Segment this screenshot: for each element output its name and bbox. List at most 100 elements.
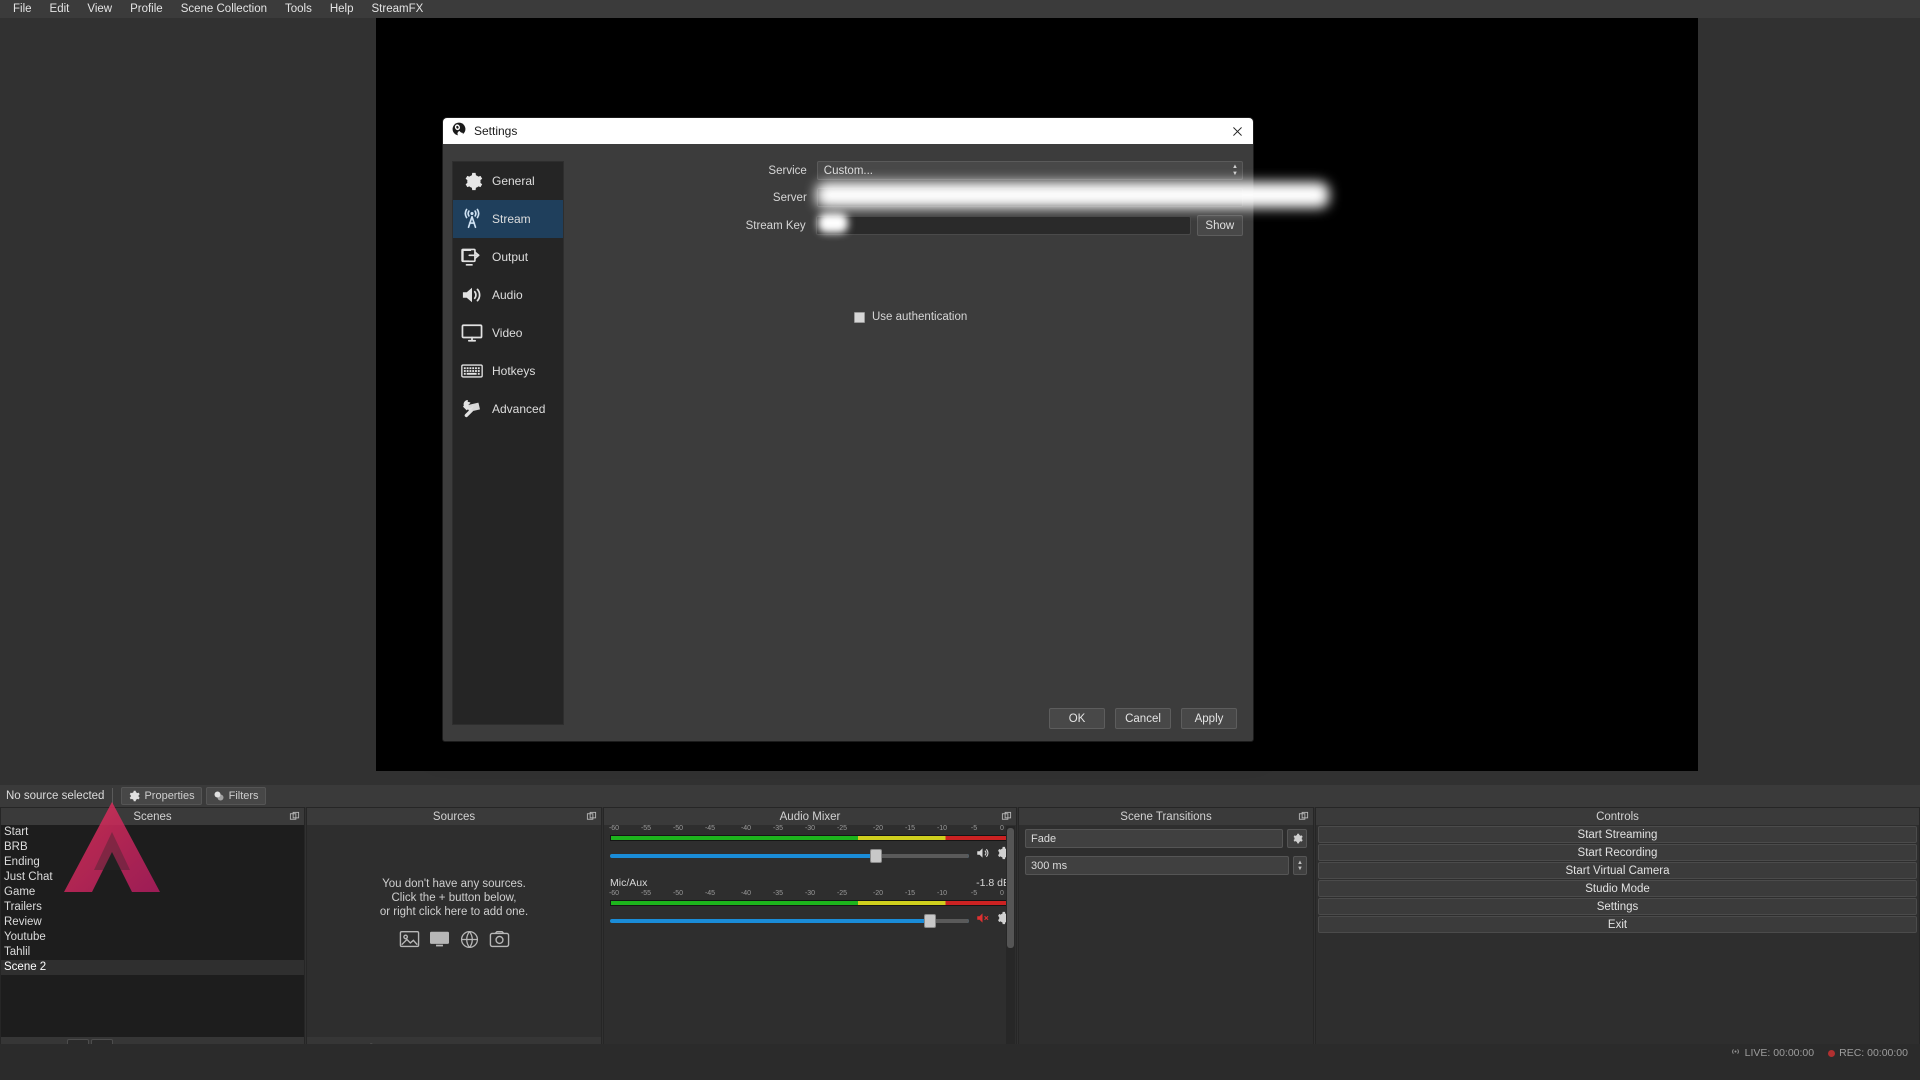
browser-source-icon[interactable] bbox=[459, 930, 480, 954]
settings-footer-buttons: OK Cancel Apply bbox=[1049, 708, 1237, 729]
scene-item[interactable]: Review bbox=[1, 915, 304, 930]
transition-properties-button[interactable] bbox=[1287, 829, 1307, 848]
transitions-body: Fade 300 ms ▲ ▼ bbox=[1019, 825, 1313, 1037]
meter-tick: -35 bbox=[772, 825, 784, 832]
live-status: LIVE: 00:00:00 bbox=[1730, 1046, 1814, 1060]
broadcast-tower-icon bbox=[461, 208, 483, 230]
mixer-scrollbar[interactable] bbox=[1006, 826, 1015, 1060]
scene-item[interactable]: Tahlil bbox=[1, 945, 304, 960]
monitor-icon bbox=[461, 322, 483, 344]
exit-button[interactable]: Exit bbox=[1318, 916, 1917, 933]
volume-slider[interactable] bbox=[610, 848, 969, 863]
settings-dialog: Settings General Stream Output Audio Vid… bbox=[442, 117, 1329, 742]
transition-select[interactable]: Fade bbox=[1025, 829, 1283, 848]
float-dock-icon[interactable] bbox=[1298, 811, 1309, 822]
ok-button[interactable]: OK bbox=[1049, 708, 1105, 729]
service-select[interactable]: Custom... ▲ ▼ bbox=[816, 161, 1243, 180]
sources-list[interactable]: You don't have any sources. Click the + … bbox=[307, 825, 601, 1037]
mixer-scrollbar-thumb[interactable] bbox=[1007, 828, 1014, 948]
volume-slider[interactable] bbox=[610, 913, 969, 928]
scene-item[interactable]: Just Chat bbox=[1, 870, 304, 885]
scene-item[interactable]: BRB bbox=[1, 840, 304, 855]
settings-nav[interactable]: General Stream Output Audio Video Hotkey… bbox=[452, 161, 564, 725]
scene-item[interactable]: Start bbox=[1, 825, 304, 840]
scene-item[interactable]: Ending bbox=[1, 855, 304, 870]
meter-tick: -30 bbox=[804, 890, 816, 897]
sources-dock-title: Sources bbox=[307, 808, 601, 825]
settings-button[interactable]: Settings bbox=[1318, 898, 1917, 915]
server-input[interactable] bbox=[815, 182, 1329, 208]
settings-title-label: Settings bbox=[474, 124, 518, 138]
mixer-channel-mic-aux: Mic/Aux -1.8 dB -60 -55 -50 -45 -40 -35 … bbox=[604, 874, 1016, 930]
settings-nav-advanced[interactable]: Advanced bbox=[453, 390, 563, 428]
menu-item-profile[interactable]: Profile bbox=[121, 0, 172, 18]
camera-source-icon[interactable] bbox=[489, 930, 510, 954]
show-stream-key-button[interactable]: Show bbox=[1196, 215, 1243, 236]
filters-label: Filters bbox=[228, 790, 259, 802]
service-row: Service Custom... ▲ ▼ bbox=[573, 161, 1243, 180]
muted-icon[interactable] bbox=[975, 911, 990, 930]
meter-tick: -50 bbox=[672, 825, 684, 832]
filters-button[interactable]: Filters bbox=[205, 787, 266, 805]
settings-nav-hotkeys[interactable]: Hotkeys bbox=[453, 352, 563, 390]
settings-nav-label: General bbox=[492, 174, 535, 188]
display-capture-icon[interactable] bbox=[429, 930, 450, 954]
menu-item-file[interactable]: File bbox=[4, 0, 41, 18]
server-row: Server bbox=[573, 182, 1329, 208]
scene-item[interactable]: Youtube bbox=[1, 930, 304, 945]
settings-nav-output[interactable]: Output bbox=[453, 238, 563, 276]
settings-nav-video[interactable]: Video bbox=[453, 314, 563, 352]
float-dock-icon[interactable] bbox=[289, 811, 300, 822]
float-dock-icon[interactable] bbox=[586, 811, 597, 822]
start-virtual-camera-button[interactable]: Start Virtual Camera bbox=[1318, 862, 1917, 879]
meter-tick: -30 bbox=[804, 825, 816, 832]
transition-duration-input[interactable]: 300 ms bbox=[1025, 856, 1289, 875]
settings-nav-label: Video bbox=[492, 326, 523, 340]
image-source-icon[interactable] bbox=[399, 930, 420, 954]
meter-scale: -60 -55 -50 -45 -40 -35 -30 -25 -20 -15 … bbox=[609, 825, 1010, 834]
settings-nav-stream[interactable]: Stream bbox=[453, 200, 563, 238]
menu-item-tools[interactable]: Tools bbox=[276, 0, 321, 18]
stream-key-row: Stream Key Show bbox=[573, 213, 1243, 236]
scenes-dock: Scenes Start BRB Ending Just Chat Game T… bbox=[0, 807, 305, 1062]
mute-icon[interactable] bbox=[975, 846, 990, 865]
menu-item-streamfx[interactable]: StreamFX bbox=[363, 0, 433, 18]
menu-item-view[interactable]: View bbox=[78, 0, 121, 18]
transitions-dock-title: Scene Transitions bbox=[1019, 808, 1313, 825]
start-streaming-button[interactable]: Start Streaming bbox=[1318, 826, 1917, 843]
settings-nav-audio[interactable]: Audio bbox=[453, 276, 563, 314]
close-icon[interactable] bbox=[1225, 121, 1249, 141]
settings-nav-general[interactable]: General bbox=[453, 162, 563, 200]
settings-nav-label: Audio bbox=[492, 288, 523, 302]
gear-icon bbox=[128, 790, 141, 802]
scene-item[interactable]: Game bbox=[1, 885, 304, 900]
float-dock-icon[interactable] bbox=[1001, 811, 1012, 822]
start-recording-button[interactable]: Start Recording bbox=[1318, 844, 1917, 861]
controls-dock-title: Controls bbox=[1316, 808, 1919, 825]
menu-item-scene-collection[interactable]: Scene Collection bbox=[172, 0, 276, 18]
volume-slider-knob[interactable] bbox=[923, 913, 936, 928]
volume-slider-row bbox=[610, 846, 1010, 865]
menu-item-help[interactable]: Help bbox=[321, 0, 363, 18]
properties-button[interactable]: Properties bbox=[121, 787, 202, 805]
apply-button[interactable]: Apply bbox=[1181, 708, 1237, 729]
stream-key-redaction-blur bbox=[817, 213, 848, 233]
cancel-button[interactable]: Cancel bbox=[1115, 708, 1171, 729]
properties-label: Properties bbox=[144, 790, 195, 802]
use-authentication-checkbox[interactable] bbox=[854, 311, 865, 323]
menu-item-edit[interactable]: Edit bbox=[41, 0, 79, 18]
studio-mode-button[interactable]: Studio Mode bbox=[1318, 880, 1917, 897]
meter-tick: -50 bbox=[672, 890, 684, 897]
scenes-list[interactable]: Start BRB Ending Just Chat Game Trailers… bbox=[1, 825, 304, 1037]
channel-name: Mic/Aux bbox=[610, 877, 648, 889]
duration-stepper[interactable]: ▲ ▼ bbox=[1293, 856, 1307, 875]
settings-titlebar[interactable]: Settings bbox=[443, 118, 1253, 144]
scene-item[interactable]: Trailers bbox=[1, 900, 304, 915]
meter-tick: -15 bbox=[904, 825, 916, 832]
server-redaction-blur bbox=[815, 182, 1329, 208]
sources-empty-line3: or right click here to add one. bbox=[379, 906, 529, 918]
stream-key-input[interactable] bbox=[815, 213, 1191, 235]
scene-item-selected[interactable]: Scene 2 bbox=[1, 960, 304, 975]
volume-slider-knob[interactable] bbox=[869, 848, 882, 863]
meter-tick: -40 bbox=[740, 890, 752, 897]
